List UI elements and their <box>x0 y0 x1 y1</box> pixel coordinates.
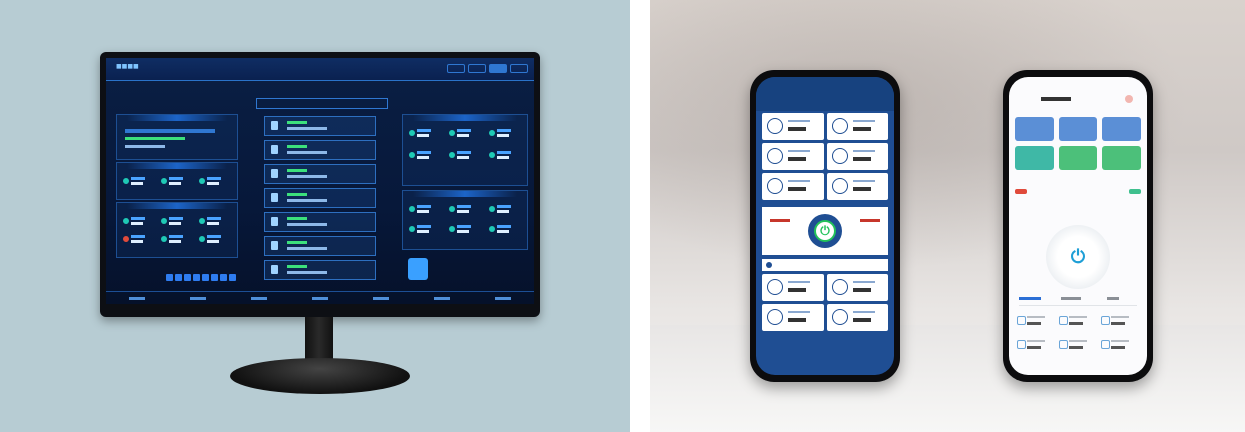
metric-card <box>762 113 824 140</box>
section-header <box>762 259 888 271</box>
reading-item <box>1101 313 1139 331</box>
tabletop <box>650 325 1245 432</box>
monitor-photo-panel: ■■■■ <box>0 0 630 432</box>
pump-card <box>762 304 824 331</box>
metric-tile <box>449 151 471 161</box>
dashboard-tab <box>510 64 528 73</box>
pump-card <box>826 304 888 331</box>
process-node <box>264 212 376 232</box>
device-tile <box>161 235 183 245</box>
power-icon: ⏻ <box>820 223 830 238</box>
process-node <box>264 236 376 256</box>
left-devices-block <box>116 202 238 258</box>
reading-item <box>1059 313 1097 331</box>
right-top-block <box>402 114 528 186</box>
status-card <box>1102 146 1141 170</box>
metric-tile <box>409 151 431 161</box>
metric-tile <box>409 205 431 215</box>
device-tile <box>123 217 145 227</box>
dashboard-footer-nav <box>106 291 534 304</box>
tab <box>1107 297 1119 300</box>
status-card <box>1058 146 1098 170</box>
block-header <box>127 115 227 121</box>
metric-tile <box>449 225 471 235</box>
process-node <box>264 164 376 184</box>
wall-shadow <box>650 0 1245 300</box>
pump-array <box>166 274 236 281</box>
tab-active <box>1019 297 1041 300</box>
tank-icon <box>408 258 428 280</box>
dashboard-tab <box>447 64 465 73</box>
process-node <box>264 116 376 136</box>
phone-blue-app: ⏻ <box>750 70 900 382</box>
metric-card <box>826 143 888 170</box>
status-left <box>770 219 790 222</box>
status-card <box>1015 146 1054 170</box>
device-tile <box>199 217 221 227</box>
metric-tile <box>199 177 221 187</box>
process-node <box>264 140 376 160</box>
status-card <box>1102 117 1141 141</box>
phones-photo-panel: ⏻ ⏻ <box>650 0 1245 432</box>
left-status-block <box>116 114 238 160</box>
device-tile <box>161 217 183 227</box>
power-button: ⏻ <box>1046 225 1110 289</box>
monitor-stand-base <box>230 358 410 394</box>
device-tile <box>199 235 221 245</box>
phone-a-screen: ⏻ <box>756 77 894 375</box>
block-header <box>127 203 227 209</box>
dashboard-tab <box>468 64 486 73</box>
right-bottom-block <box>402 190 528 250</box>
power-icon: ⏻ <box>1070 246 1086 268</box>
process-node <box>264 188 376 208</box>
metric-tile <box>123 177 145 187</box>
reading-item <box>1059 337 1097 355</box>
metric-tile <box>489 205 511 215</box>
phone-b-screen: ⏻ <box>1009 77 1147 375</box>
status-right <box>860 219 880 222</box>
dashboard-tabs <box>447 64 528 73</box>
power-panel: ⏻ <box>762 207 888 255</box>
metric-tile <box>489 129 511 139</box>
desktop-monitor: ■■■■ <box>100 52 540 317</box>
device-tile <box>123 235 145 245</box>
metric-tile <box>161 177 183 187</box>
left-metrics-block <box>116 162 238 200</box>
tab <box>1061 297 1081 300</box>
metric-card <box>826 173 888 200</box>
dashboard-logo: ■■■■ <box>116 63 139 70</box>
reading-list <box>1017 313 1139 355</box>
app-header <box>756 77 894 111</box>
metric-card <box>762 143 824 170</box>
metric-card <box>762 173 824 200</box>
block-header <box>413 191 517 197</box>
metric-tile <box>489 225 511 235</box>
process-node <box>264 260 376 280</box>
phone-white-app: ⏻ <box>1003 70 1153 382</box>
metric-tile <box>409 129 431 139</box>
status-card <box>1058 117 1098 141</box>
dashboard-screen: ■■■■ <box>106 58 534 304</box>
block-header <box>413 115 517 121</box>
metric-tile <box>409 225 431 235</box>
reading-item <box>1101 337 1139 355</box>
dashboard-header: ■■■■ <box>106 58 534 81</box>
metric-tile <box>489 151 511 161</box>
reading-item <box>1017 337 1055 355</box>
block-header <box>127 163 227 169</box>
dashboard-tab-active <box>489 64 507 73</box>
metric-grid <box>762 113 888 200</box>
pump-card <box>826 274 888 301</box>
status-card-grid <box>1015 117 1141 170</box>
pump-card <box>762 274 824 301</box>
tab-bar <box>1019 295 1137 306</box>
metric-tile <box>449 129 471 139</box>
metric-tile <box>449 205 471 215</box>
dashboard-subtitle-bar <box>256 98 388 109</box>
reading-item <box>1017 313 1055 331</box>
status-card <box>1015 117 1054 141</box>
pump-grid <box>762 274 888 331</box>
metric-card <box>826 113 888 140</box>
